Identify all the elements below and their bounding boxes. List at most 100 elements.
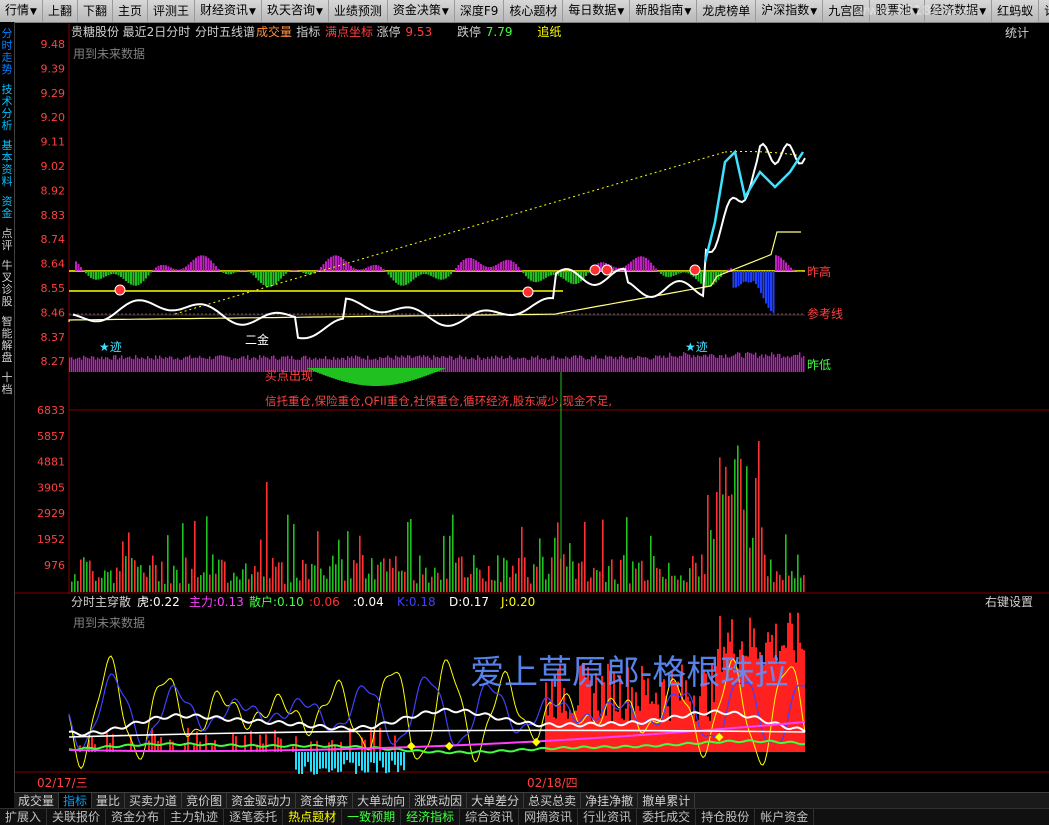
- menu-item-5[interactable]: 财经资讯: [195, 0, 262, 23]
- band-bar: [769, 356, 770, 372]
- volume-bar: [614, 579, 616, 592]
- menu-item-11[interactable]: 每日数据: [563, 0, 630, 23]
- chart-area[interactable]: 贵糖股份最近2日分时分时五线谱成交量指标满点坐标涨停9.53跌停7.79追纸统计…: [15, 22, 1049, 792]
- band-bar: [639, 356, 640, 372]
- tab-7[interactable]: 大单动向: [353, 793, 410, 809]
- band-bar: [99, 359, 100, 372]
- menu-item-8[interactable]: 资金决策: [388, 0, 455, 23]
- volume-bar: [242, 569, 244, 592]
- menu-item-3[interactable]: 主页: [113, 0, 148, 22]
- menu-item-6[interactable]: 玖天咨询: [262, 0, 329, 23]
- menu-item-0[interactable]: 行情: [0, 0, 43, 23]
- band-bar: [577, 358, 578, 372]
- volume-bar: [461, 557, 463, 592]
- tab-10[interactable]: 总买总卖: [524, 793, 581, 809]
- band-bar: [533, 358, 534, 372]
- ext-tab-8[interactable]: 综合资讯: [460, 809, 519, 825]
- hist-bar-up: [775, 255, 777, 271]
- menu-item-13[interactable]: 龙虎榜单: [697, 0, 756, 22]
- tab-9[interactable]: 大单差分: [467, 793, 524, 809]
- hist-bar-up: [208, 258, 210, 271]
- tab-6[interactable]: 资金博弈: [296, 793, 353, 809]
- menu-item-2[interactable]: 下翻: [78, 0, 113, 22]
- hist-bar-down: [110, 271, 112, 274]
- band-bar: [463, 359, 464, 372]
- ext-tab-0[interactable]: 扩展入: [0, 809, 47, 825]
- band-bar: [725, 354, 726, 372]
- ext-tab-5[interactable]: 热点题材: [283, 809, 342, 825]
- hist-bar-up: [368, 267, 370, 271]
- header-text-8: 跌停: [457, 24, 481, 39]
- band-bar: [683, 352, 684, 372]
- volume-bar: [290, 582, 292, 592]
- left-nav-item-6[interactable]: 智能解盘: [1, 316, 13, 364]
- ext-tab-6[interactable]: 一致预期: [342, 809, 401, 825]
- tab-11[interactable]: 净挂净撤: [581, 793, 638, 809]
- band-bar: [243, 356, 244, 372]
- hist-bar-down: [85, 271, 87, 273]
- green-shade: [349, 368, 351, 383]
- band-bar: [677, 358, 678, 372]
- menu-item-18[interactable]: 红蚂蚁: [992, 0, 1039, 22]
- tab-12[interactable]: 撤单累计: [638, 793, 695, 809]
- volume-bar: [575, 579, 577, 592]
- volume-bar: [491, 580, 493, 592]
- tab-5[interactable]: 资金驱动力: [227, 793, 296, 809]
- tab-8[interactable]: 涨跌动因: [410, 793, 467, 809]
- tab-0[interactable]: 成交量: [14, 793, 59, 809]
- band-bar: [109, 359, 110, 372]
- hist-bar-blue: [768, 271, 770, 308]
- volume-bar: [473, 555, 475, 592]
- ext-tab-1[interactable]: 关联报价: [47, 809, 106, 825]
- ext-tab-3[interactable]: 主力轨迹: [165, 809, 224, 825]
- menu-item-1[interactable]: 上翻: [43, 0, 78, 22]
- hist-bar-up: [480, 264, 482, 271]
- menu-item-12[interactable]: 新股指南: [630, 0, 697, 23]
- menu-item-19[interactable]: 计算: [1039, 0, 1049, 22]
- volume-bar: [296, 578, 298, 592]
- menu-item-4[interactable]: 评测王: [148, 0, 195, 22]
- left-nav-item-4[interactable]: 点评: [1, 228, 13, 252]
- band-bar: [441, 356, 442, 372]
- volume-bar: [152, 556, 154, 592]
- green-shade: [317, 368, 319, 373]
- ext-tab-7[interactable]: 经济指标: [401, 809, 460, 825]
- hist-bar-down: [570, 271, 572, 283]
- tab-4[interactable]: 竞价图: [182, 793, 227, 809]
- tab-1[interactable]: 指标: [59, 793, 92, 809]
- left-nav-item-5[interactable]: 牛叉诊股: [1, 260, 13, 308]
- menu-item-7[interactable]: 业绩预测: [329, 0, 388, 22]
- tab-3[interactable]: 买卖力道: [125, 793, 182, 809]
- ext-tab-9[interactable]: 网摘资讯: [519, 809, 578, 825]
- left-nav-item-1[interactable]: 技术分析: [1, 84, 13, 132]
- volume-bar: [170, 583, 172, 592]
- hist-bar-up: [780, 258, 782, 271]
- ext-tab-13[interactable]: 帐户资金: [755, 809, 814, 825]
- left-nav-item-2[interactable]: 基本资料: [1, 140, 13, 188]
- green-shade: [411, 368, 413, 380]
- band-bar: [695, 357, 696, 372]
- green-shade: [401, 368, 403, 383]
- tab-2[interactable]: 量比: [92, 793, 125, 809]
- band-bar: [451, 356, 452, 372]
- green-shade: [441, 368, 443, 370]
- ext-tab-12[interactable]: 持仓股份: [696, 809, 755, 825]
- volume-bar: [554, 538, 556, 592]
- hist-bar-up: [78, 264, 80, 271]
- hist-bar-down: [405, 271, 407, 285]
- volume-bar: [569, 543, 571, 592]
- menu-item-10[interactable]: 核心题材: [504, 0, 563, 22]
- hist-bar-up: [188, 264, 190, 271]
- left-nav-item-3[interactable]: 资金: [1, 196, 13, 220]
- left-nav-item-7[interactable]: 十档: [1, 372, 13, 396]
- ext-tab-4[interactable]: 逐笔委托: [224, 809, 283, 825]
- menu-item-9[interactable]: 深度F9: [455, 0, 505, 22]
- menu-item-14[interactable]: 沪深指数: [756, 0, 823, 23]
- left-nav-item-0[interactable]: 分时走势: [1, 28, 13, 76]
- hist-bar-down: [393, 271, 395, 280]
- volume-bar: [725, 467, 727, 592]
- ext-tab-2[interactable]: 资金分布: [106, 809, 165, 825]
- ext-tab-11[interactable]: 委托成交: [637, 809, 696, 825]
- volume-bar: [398, 571, 400, 592]
- ext-tab-10[interactable]: 行业资讯: [578, 809, 637, 825]
